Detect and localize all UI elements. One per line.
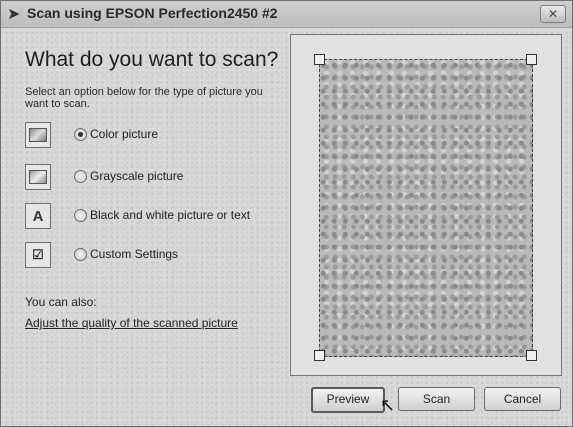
close-button[interactable]: ✕ <box>540 5 566 23</box>
grayscale-picture-icon <box>25 164 51 190</box>
radio-color-picture[interactable] <box>74 128 87 141</box>
window-title: Scan using EPSON Perfection2450 #2 <box>27 5 278 21</box>
radio-black-white[interactable] <box>74 209 87 222</box>
title-bar: ➤ Scan using EPSON Perfection2450 #2 ✕ <box>1 1 572 28</box>
crop-handle-bottom-right[interactable] <box>526 350 537 361</box>
crop-handle-top-right[interactable] <box>526 54 537 65</box>
cancel-button[interactable]: Cancel <box>484 387 561 411</box>
radio-custom-settings[interactable] <box>74 248 87 261</box>
adjust-quality-link[interactable]: Adjust the quality of the scanned pictur… <box>25 316 238 330</box>
instructions-text: Select an option below for the type of p… <box>25 86 263 110</box>
crop-handle-top-left[interactable] <box>314 54 325 65</box>
option-label: Color picture <box>90 127 159 141</box>
scan-button[interactable]: Scan <box>398 387 475 411</box>
crop-handle-bottom-left[interactable] <box>314 350 325 361</box>
scan-region[interactable] <box>319 59 533 357</box>
radio-grayscale-picture[interactable] <box>74 170 87 183</box>
scanner-arrow-icon: ➤ <box>7 6 21 23</box>
option-label: Black and white picture or text <box>90 208 251 222</box>
also-label: You can also: <box>25 295 97 309</box>
option-label: Grayscale picture <box>90 169 184 183</box>
color-picture-icon <box>25 122 51 148</box>
black-white-text-icon: A <box>25 203 51 229</box>
custom-settings-icon: ☑ <box>25 242 51 268</box>
mouse-cursor-icon: ↖ <box>380 395 396 415</box>
scan-dialog: ➤ Scan using EPSON Perfection2450 #2 ✕ W… <box>0 0 573 427</box>
option-label: Custom Settings <box>90 247 179 261</box>
preview-button[interactable]: Preview <box>311 387 385 413</box>
page-title: What do you want to scan? <box>25 48 279 71</box>
